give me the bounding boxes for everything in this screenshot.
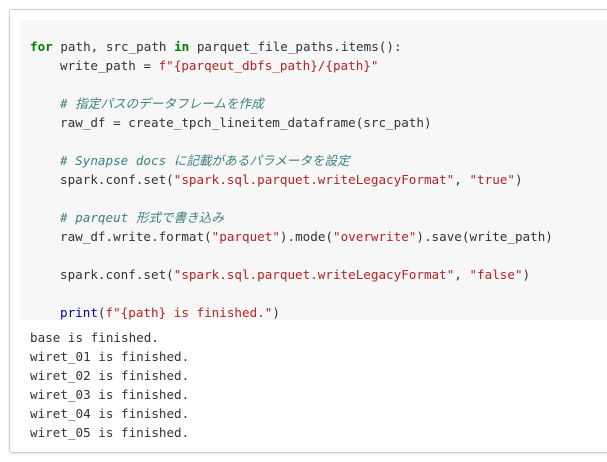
code-token: "spark.sql.parquet.writeLegacyFormat" — [173, 267, 455, 282]
output-line: wiret_04 is finished. — [30, 406, 190, 421]
output-line: wiret_01 is finished. — [30, 349, 190, 364]
output-line: wiret_02 is finished. — [30, 368, 190, 383]
code-token: ).save(write_path) — [416, 229, 553, 244]
code-token: # Synapse docs に記載があるパラメータを設定 — [60, 153, 350, 168]
code-line: # Synapse docs に記載があるパラメータを設定 — [30, 151, 553, 170]
code-token: f"{path} is finished." — [105, 305, 273, 320]
code-token: ( — [97, 305, 106, 320]
output-line: wiret_05 is finished. — [30, 425, 190, 440]
code-editor[interactable]: for path, src_path in parquet_file_paths… — [30, 37, 553, 322]
code-token: parquet_file_paths.items(): — [189, 39, 402, 54]
code-line: spark.conf.set("spark.sql.parquet.writeL… — [30, 265, 553, 284]
code-token: spark.conf.set( — [60, 267, 174, 282]
code-token: "overwrite" — [332, 229, 417, 244]
code-token: "spark.sql.parquet.writeLegacyFormat" — [173, 172, 455, 187]
code-token: ) — [514, 172, 523, 187]
code-token: f"{parqeut_dbfs_path}/{path}" — [158, 58, 379, 73]
code-token: in — [174, 39, 190, 54]
code-token: write_path = — [60, 58, 159, 73]
code-token: for — [30, 39, 53, 54]
notebook-cell[interactable]: for path, src_path in parquet_file_paths… — [9, 9, 607, 453]
code-token: raw_df.write.format( — [60, 229, 212, 244]
code-line: write_path = f"{parqeut_dbfs_path}/{path… — [30, 56, 553, 75]
code-token: "true" — [469, 172, 515, 187]
cell-output: base is finished. wiret_01 is finished. wi… — [30, 328, 189, 442]
code-line: # parqeut 形式で書き込み — [30, 208, 553, 227]
code-token: "false" — [469, 267, 523, 282]
code-token: ) — [272, 305, 280, 320]
code-token: # 指定パスのデータフレームを作成 — [60, 96, 264, 111]
code-token: raw_df = create_tpch_lineitem_dataframe(… — [60, 115, 432, 130]
code-token: print — [60, 305, 98, 320]
code-line: for path, src_path in parquet_file_paths… — [30, 37, 553, 56]
code-line: # 指定パスのデータフレームを作成 — [30, 94, 553, 113]
code-line: raw_df.write.format("parquet").mode("ove… — [30, 227, 553, 246]
code-token: , — [454, 267, 470, 282]
code-line: raw_df = create_tpch_lineitem_dataframe(… — [30, 113, 553, 132]
code-token: ).mode( — [279, 229, 333, 244]
output-line: wiret_03 is finished. — [30, 387, 190, 402]
code-token: # parqeut 形式で書き込み — [60, 210, 224, 225]
code-token: spark.conf.set( — [60, 172, 174, 187]
code-token: , — [454, 172, 470, 187]
code-line: print(f"{path} is finished.") — [30, 303, 553, 322]
output-line: base is finished. — [30, 330, 159, 345]
code-line: spark.conf.set("spark.sql.parquet.writeL… — [30, 170, 553, 189]
code-token: ) — [522, 267, 531, 282]
code-token: "parquet" — [211, 229, 280, 244]
code-token: path, src_path — [52, 39, 175, 54]
code-input-area[interactable]: for path, src_path in parquet_file_paths… — [20, 20, 607, 320]
